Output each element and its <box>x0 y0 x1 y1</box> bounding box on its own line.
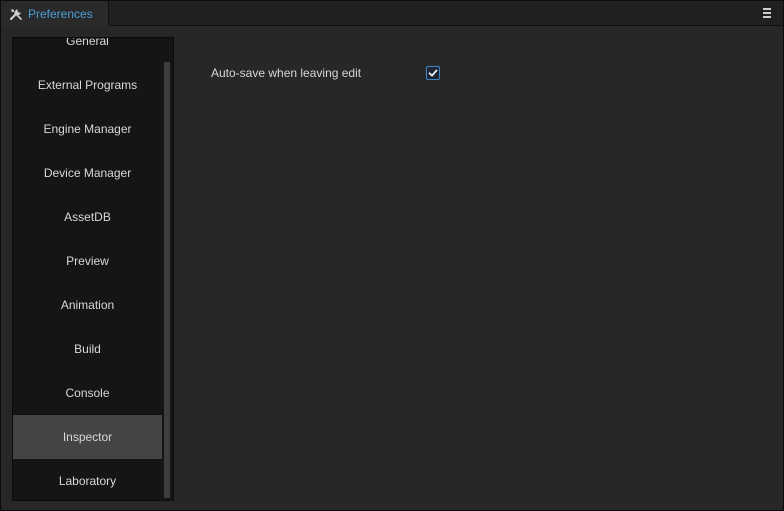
sidebar-scrollbar[interactable] <box>164 38 170 500</box>
hamburger-menu-icon[interactable] <box>761 6 773 20</box>
setting-row-auto-save: Auto-save when leaving edit <box>211 64 451 84</box>
sidebar-item-general[interactable]: General <box>13 37 162 63</box>
sidebar-item-preview[interactable]: Preview <box>13 239 162 283</box>
sidebar-item-engine-manager[interactable]: Engine Manager <box>13 107 162 151</box>
preferences-content: General External Programs Engine Manager… <box>1 26 783 510</box>
sidebar-item-label: Animation <box>60 298 115 312</box>
sidebar-item-external-programs[interactable]: External Programs <box>13 63 162 107</box>
preferences-window: Preferences General External Programs En… <box>0 0 784 511</box>
sidebar-item-laboratory[interactable]: Laboratory <box>13 459 162 500</box>
sidebar-item-label: General <box>66 37 109 48</box>
tab-preferences[interactable]: Preferences <box>1 1 109 27</box>
auto-save-checkbox[interactable] <box>426 66 440 80</box>
sidebar-item-assetdb[interactable]: AssetDB <box>13 195 162 239</box>
sidebar-list: General External Programs Engine Manager… <box>13 37 162 500</box>
auto-save-label: Auto-save when leaving edit <box>211 66 362 80</box>
sidebar-item-label: Preview <box>66 254 109 268</box>
sidebar-item-label: Console <box>65 386 110 400</box>
sidebar-item-device-manager[interactable]: Device Manager <box>13 151 162 195</box>
tab-bar: Preferences <box>1 1 783 27</box>
sidebar-scroll-thumb[interactable] <box>164 62 170 498</box>
sidebar-item-animation[interactable]: Animation <box>13 283 162 327</box>
tools-icon <box>9 7 23 21</box>
sidebar-item-inspector[interactable]: Inspector <box>13 415 162 459</box>
tab-title: Preferences <box>28 7 93 21</box>
sidebar-item-build[interactable]: Build <box>13 327 162 371</box>
sidebar-item-label: Laboratory <box>58 474 117 488</box>
sidebar-item-console[interactable]: Console <box>13 371 162 415</box>
sidebar-item-label: External Programs <box>37 78 138 92</box>
sidebar-item-label: Engine Manager <box>43 122 132 136</box>
sidebar-item-label: Device Manager <box>43 166 132 180</box>
preferences-sidebar: General External Programs Engine Manager… <box>12 37 174 501</box>
sidebar-item-label: AssetDB <box>64 210 111 224</box>
checkmark-icon <box>428 69 438 77</box>
sidebar-item-label: Build <box>74 342 101 356</box>
sidebar-item-label: Inspector <box>62 430 113 444</box>
